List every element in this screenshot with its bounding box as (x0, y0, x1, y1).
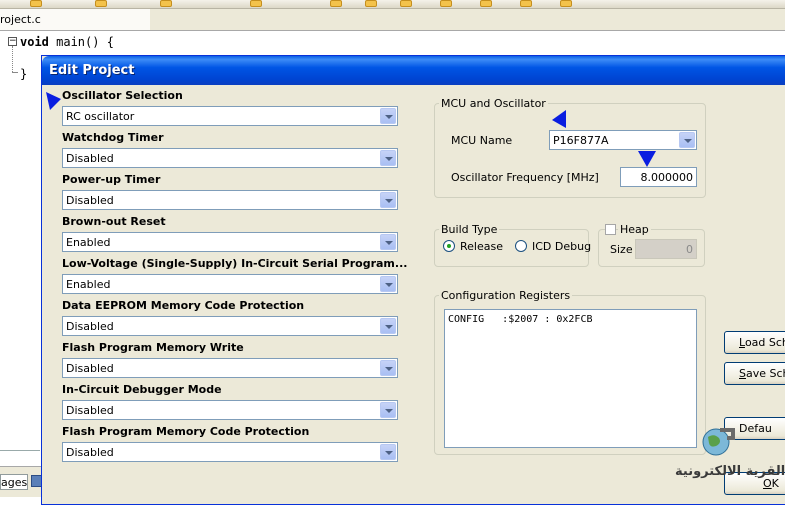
oscillator-frequency-label: Oscillator Frequency [MHz] (451, 171, 599, 184)
heap-size-label: Size (610, 243, 633, 256)
chevron-down-icon[interactable] (380, 150, 396, 166)
toolbar-button[interactable] (30, 0, 42, 7)
release-radio[interactable] (443, 240, 455, 252)
label-flash-code-protection: Flash Program Memory Code Protection (62, 425, 310, 438)
power-up-timer-value: Disabled (66, 194, 114, 207)
edit-project-dialog: Edit Project Oscillator Selection RC osc… (41, 55, 785, 505)
pointer-arrow-icon (638, 151, 656, 167)
data-eeprom-protection-value: Disabled (66, 320, 114, 333)
low-voltage-programming-value: Enabled (66, 278, 111, 291)
chevron-down-icon[interactable] (380, 234, 396, 250)
toolbar-button[interactable] (480, 0, 492, 7)
editor-file-tab[interactable]: roject.c (0, 9, 151, 31)
low-voltage-programming-select[interactable]: Enabled (62, 274, 398, 294)
watermark-text: القرية الالكترونية (675, 464, 785, 479)
in-circuit-debugger-value: Disabled (66, 404, 114, 417)
mcu-name-value: P16F877A (553, 134, 609, 147)
bottom-tab-messages[interactable]: ages (0, 474, 28, 490)
globe-icon (702, 428, 735, 456)
watermark-logo: القرية الالكترونية (675, 424, 785, 484)
chevron-down-icon[interactable] (380, 360, 396, 376)
toolbar-button[interactable] (250, 0, 262, 7)
label-flash-memory-write: Flash Program Memory Write (62, 341, 244, 354)
toolbar-button[interactable] (560, 0, 572, 7)
chevron-down-icon[interactable] (679, 132, 695, 148)
flash-memory-write-select[interactable]: Disabled (62, 358, 398, 378)
release-label[interactable]: Release (460, 240, 503, 253)
label-brown-out-reset: Brown-out Reset (62, 215, 166, 228)
chevron-down-icon[interactable] (380, 276, 396, 292)
heap-checkbox[interactable] (605, 224, 616, 235)
watchdog-timer-value: Disabled (66, 152, 114, 165)
flash-memory-write-value: Disabled (66, 362, 114, 375)
label-low-voltage-programming: Low-Voltage (Single-Supply) In-Circuit S… (62, 257, 408, 270)
mcu-name-label: MCU Name (451, 134, 513, 147)
editor-tab-strip (150, 9, 785, 31)
mcu-oscillator-group-title: MCU and Oscillator (439, 97, 548, 110)
toolbar-button[interactable] (160, 0, 172, 7)
oscillator-selection-select[interactable]: RC oscillator (62, 106, 398, 126)
fold-collapse-icon[interactable]: − (8, 37, 17, 46)
toolbar-button[interactable] (330, 0, 342, 7)
icd-debug-radio[interactable] (515, 240, 527, 252)
pointer-arrow-icon (552, 110, 566, 128)
save-scheme-button[interactable]: Save Sch (724, 362, 785, 385)
dialog-title: Edit Project (49, 63, 135, 78)
config-registers-text[interactable]: CONFIG :$2007 : 0x2FCB (444, 309, 697, 448)
brown-out-reset-value: Enabled (66, 236, 111, 249)
dialog-titlebar[interactable]: Edit Project (42, 56, 785, 85)
flash-code-protection-value: Disabled (66, 446, 114, 459)
chevron-down-icon[interactable] (380, 444, 396, 460)
config-registers-group-title: Configuration Registers (439, 289, 573, 302)
mcu-name-select[interactable]: P16F877A (549, 130, 697, 150)
chevron-down-icon[interactable] (380, 108, 396, 124)
oscillator-frequency-input[interactable]: 8.000000 (620, 167, 697, 187)
label-in-circuit-debugger: In-Circuit Debugger Mode (62, 383, 222, 396)
power-up-timer-select[interactable]: Disabled (62, 190, 398, 210)
toolbar-button[interactable] (520, 0, 532, 7)
ide-divider (0, 450, 40, 451)
chevron-down-icon[interactable] (380, 402, 396, 418)
in-circuit-debugger-select[interactable]: Disabled (62, 400, 398, 420)
fold-guide-line (12, 46, 13, 72)
chevron-down-icon[interactable] (380, 192, 396, 208)
brown-out-reset-select[interactable]: Enabled (62, 232, 398, 252)
watchdog-timer-select[interactable]: Disabled (62, 148, 398, 168)
code-line-close: } (20, 67, 28, 81)
icd-debug-label[interactable]: ICD Debug (532, 240, 591, 253)
label-data-eeprom-protection: Data EEPROM Memory Code Protection (62, 299, 305, 312)
label-watchdog-timer: Watchdog Timer (62, 131, 164, 144)
label-power-up-timer: Power-up Timer (62, 173, 161, 186)
chevron-down-icon[interactable] (380, 318, 396, 334)
fold-guide-end (12, 72, 18, 73)
flash-code-protection-select[interactable]: Disabled (62, 442, 398, 462)
toolbar-button[interactable] (440, 0, 452, 7)
code-rest: main() { (48, 35, 114, 49)
build-type-group-title: Build Type (439, 223, 500, 236)
oscillator-selection-value: RC oscillator (66, 110, 135, 123)
toolbar-button[interactable] (365, 0, 377, 7)
ide-toolbar (0, 0, 785, 9)
heap-label[interactable]: Heap (618, 223, 651, 236)
toolbar-button[interactable] (400, 0, 412, 7)
load-scheme-button[interactable]: Load Sch (724, 331, 785, 354)
label-oscillator-selection: Oscillator Selection (62, 89, 183, 102)
toolbar-button[interactable] (95, 0, 107, 7)
pointer-arrow-icon (46, 92, 61, 110)
data-eeprom-protection-select[interactable]: Disabled (62, 316, 398, 336)
code-keyword: void (20, 35, 49, 49)
heap-size-input[interactable]: 0 (635, 239, 697, 259)
file-tab-label: roject.c (0, 13, 41, 26)
code-line-main: void main() { (20, 35, 114, 49)
